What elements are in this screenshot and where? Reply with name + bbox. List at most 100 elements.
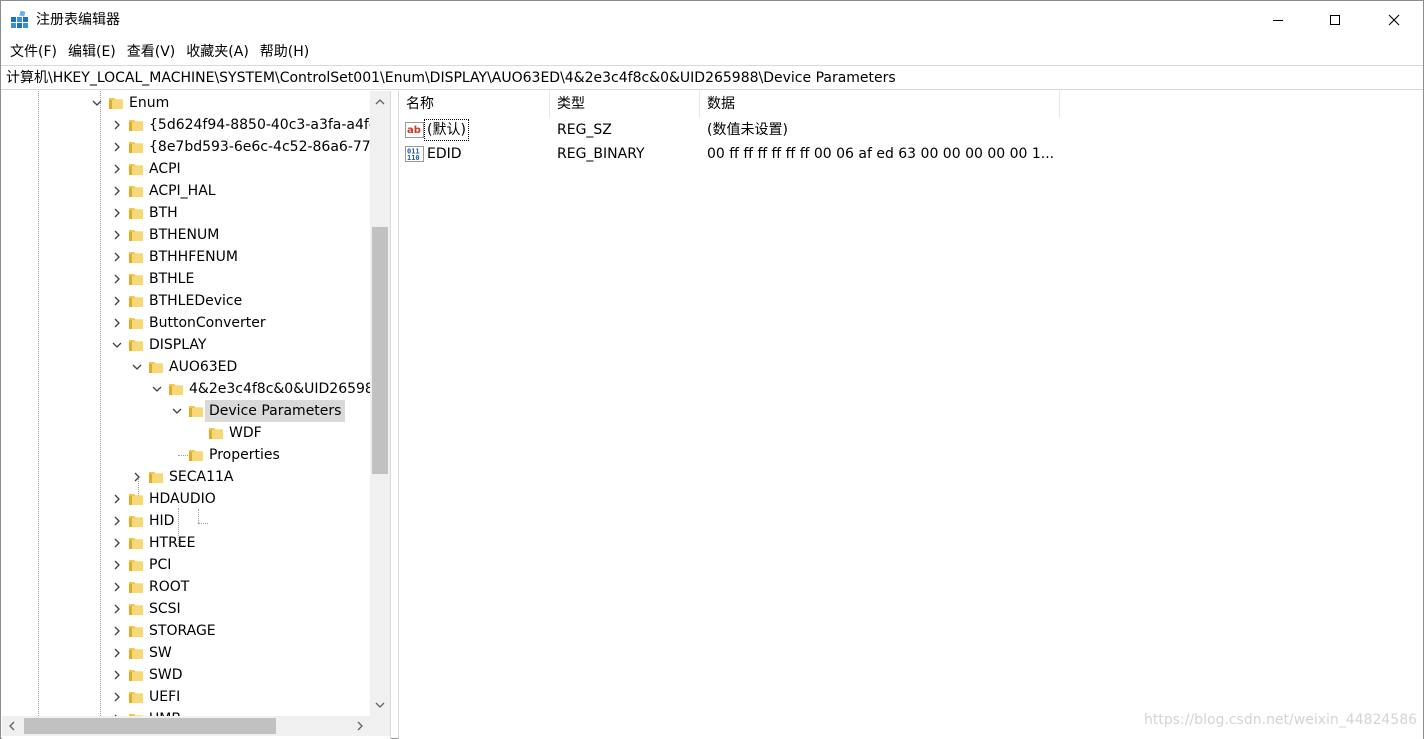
tree-item[interactable]: HID — [2, 510, 370, 532]
address-path[interactable]: 计算机\HKEY_LOCAL_MACHINE\SYSTEM\ControlSet… — [6, 68, 896, 88]
menu-file[interactable]: 文件(F) — [5, 40, 62, 64]
tree-item-label[interactable]: UEFI — [145, 686, 184, 708]
tree-item-label[interactable]: BTHHFENUM — [145, 246, 242, 268]
column-header-data[interactable]: 数据 — [700, 91, 1060, 117]
tree-item-label[interactable]: SWD — [145, 664, 187, 686]
tree-item-label[interactable]: SW — [145, 642, 176, 664]
chevron-down-icon[interactable] — [110, 334, 124, 356]
tree-item[interactable]: 4&2e3c4f8c&0&UID265988 — [2, 378, 370, 400]
chevron-down-icon[interactable] — [90, 92, 104, 114]
chevron-right-icon[interactable] — [110, 114, 124, 136]
tree-item-label[interactable]: {5d624f94-8850-40c3-a3fa-a4fd2080baf3} — [145, 114, 370, 136]
chevron-right-icon[interactable] — [110, 554, 124, 576]
tree-horizontal-scrollbar[interactable] — [2, 716, 370, 736]
chevron-right-icon[interactable] — [110, 488, 124, 510]
tree-item[interactable]: SW — [2, 642, 370, 664]
tree-item[interactable]: BTHHFENUM — [2, 246, 370, 268]
tree-vertical-scrollbar[interactable] — [370, 91, 390, 716]
chevron-down-icon[interactable] — [130, 356, 144, 378]
tree-item-label[interactable]: STORAGE — [145, 620, 220, 642]
tree-item[interactable]: ACPI_HAL — [2, 180, 370, 202]
tree-item[interactable]: BTHLE — [2, 268, 370, 290]
chevron-right-icon[interactable] — [130, 466, 144, 488]
tree-item[interactable]: ButtonConverter — [2, 312, 370, 334]
tree-item-label[interactable]: BTHLE — [145, 268, 198, 290]
tree-item-label[interactable]: {8e7bd593-6e6c-4c52-86a6-77175494dd8e} — [145, 136, 370, 158]
maximize-button[interactable] — [1306, 1, 1364, 39]
tree-item[interactable]: UMB — [2, 708, 370, 716]
scroll-up-button[interactable] — [370, 91, 390, 113]
chevron-right-icon[interactable] — [110, 598, 124, 620]
chevron-right-icon[interactable] — [110, 312, 124, 334]
tree-item-label[interactable]: AUO63ED — [165, 356, 241, 378]
tree-item-label[interactable]: WDF — [225, 422, 266, 444]
tree-item[interactable]: BTHLEDevice — [2, 290, 370, 312]
tree-item[interactable]: AUO63ED — [2, 356, 370, 378]
chevron-right-icon[interactable] — [110, 642, 124, 664]
chevron-down-icon[interactable] — [170, 400, 184, 422]
tree-item-label[interactable]: 4&2e3c4f8c&0&UID265988 — [185, 378, 370, 400]
title-bar[interactable]: 注册表编辑器 — [1, 1, 1423, 39]
tree-item-label[interactable]: DISPLAY — [145, 334, 210, 356]
tree-item[interactable]: SWD — [2, 664, 370, 686]
value-row-default[interactable]: ab (默认) REG_SZ (数值未设置) — [399, 118, 1099, 142]
tree-item-label[interactable]: SECA11A — [165, 466, 237, 488]
chevron-right-icon[interactable] — [110, 510, 124, 532]
tree-item-label[interactable]: ButtonConverter — [145, 312, 270, 334]
tree-item-label[interactable]: BTHENUM — [145, 224, 223, 246]
column-header-name[interactable]: 名称 — [399, 91, 550, 117]
menu-view[interactable]: 查看(V) — [122, 40, 181, 64]
chevron-right-icon[interactable] — [110, 136, 124, 158]
chevron-right-icon[interactable] — [110, 576, 124, 598]
tree-item[interactable]: {8e7bd593-6e6c-4c52-86a6-77175494dd8e} — [2, 136, 370, 158]
tree-item-label[interactable]: ACPI_HAL — [145, 180, 220, 202]
chevron-right-icon[interactable] — [110, 202, 124, 224]
tree-item-label[interactable]: ACPI — [145, 158, 185, 180]
tree-item-label[interactable]: HDAUDIO — [145, 488, 220, 510]
chevron-right-icon[interactable] — [110, 158, 124, 180]
minimize-button[interactable] — [1249, 1, 1307, 39]
tree-item[interactable]: BTHENUM — [2, 224, 370, 246]
tree-item-label[interactable]: Enum — [125, 92, 173, 114]
tree-item[interactable]: Device Parameters — [2, 400, 370, 422]
close-button[interactable] — [1365, 1, 1423, 39]
tree-item[interactable]: {5d624f94-8850-40c3-a3fa-a4fd2080baf3} — [2, 114, 370, 136]
scroll-thumb-vertical[interactable] — [372, 227, 388, 474]
address-bar[interactable]: 计算机\HKEY_LOCAL_MACHINE\SYSTEM\ControlSet… — [1, 65, 1423, 90]
scroll-down-button[interactable] — [370, 694, 390, 716]
tree-item-label[interactable]: ROOT — [145, 576, 193, 598]
tree-item-label[interactable]: UMB — [145, 708, 185, 716]
tree-item[interactable]: ACPI — [2, 158, 370, 180]
tree-item[interactable]: UEFI — [2, 686, 370, 708]
tree-item[interactable]: BTH — [2, 202, 370, 224]
tree-item-label[interactable]: Properties — [205, 444, 284, 466]
value-name[interactable]: EDID — [425, 142, 464, 166]
chevron-right-icon[interactable] — [110, 224, 124, 246]
tree-item[interactable]: PCI — [2, 554, 370, 576]
menu-help[interactable]: 帮助(H) — [255, 40, 314, 64]
tree-item[interactable]: Properties — [2, 444, 370, 466]
chevron-right-icon[interactable] — [110, 180, 124, 202]
chevron-right-icon[interactable] — [110, 532, 124, 554]
chevron-right-icon[interactable] — [110, 246, 124, 268]
tree-item[interactable]: HDAUDIO — [2, 488, 370, 510]
scroll-left-button[interactable] — [2, 716, 22, 736]
tree-item-label[interactable]: HTREE — [145, 532, 200, 554]
chevron-down-icon[interactable] — [150, 378, 164, 400]
tree-item-label[interactable]: PCI — [145, 554, 175, 576]
chevron-right-icon[interactable] — [110, 708, 124, 716]
tree-item[interactable]: STORAGE — [2, 620, 370, 642]
tree-item[interactable]: Enum — [2, 92, 370, 114]
column-header-type[interactable]: 类型 — [550, 91, 700, 117]
chevron-right-icon[interactable] — [110, 290, 124, 312]
chevron-right-icon[interactable] — [110, 664, 124, 686]
tree-item[interactable]: SCSI — [2, 598, 370, 620]
scroll-thumb-horizontal[interactable] — [24, 718, 276, 734]
tree-item-label[interactable]: BTH — [145, 202, 182, 224]
value-name[interactable]: (默认) — [424, 119, 469, 141]
tree-item[interactable]: DISPLAY — [2, 334, 370, 356]
menu-edit[interactable]: 编辑(E) — [63, 40, 121, 64]
tree-item-label[interactable]: HID — [145, 510, 178, 532]
chevron-right-icon[interactable] — [110, 268, 124, 290]
value-row-edid[interactable]: 011 110 EDID REG_BINARY 00 ff ff ff ff f… — [399, 142, 1099, 166]
